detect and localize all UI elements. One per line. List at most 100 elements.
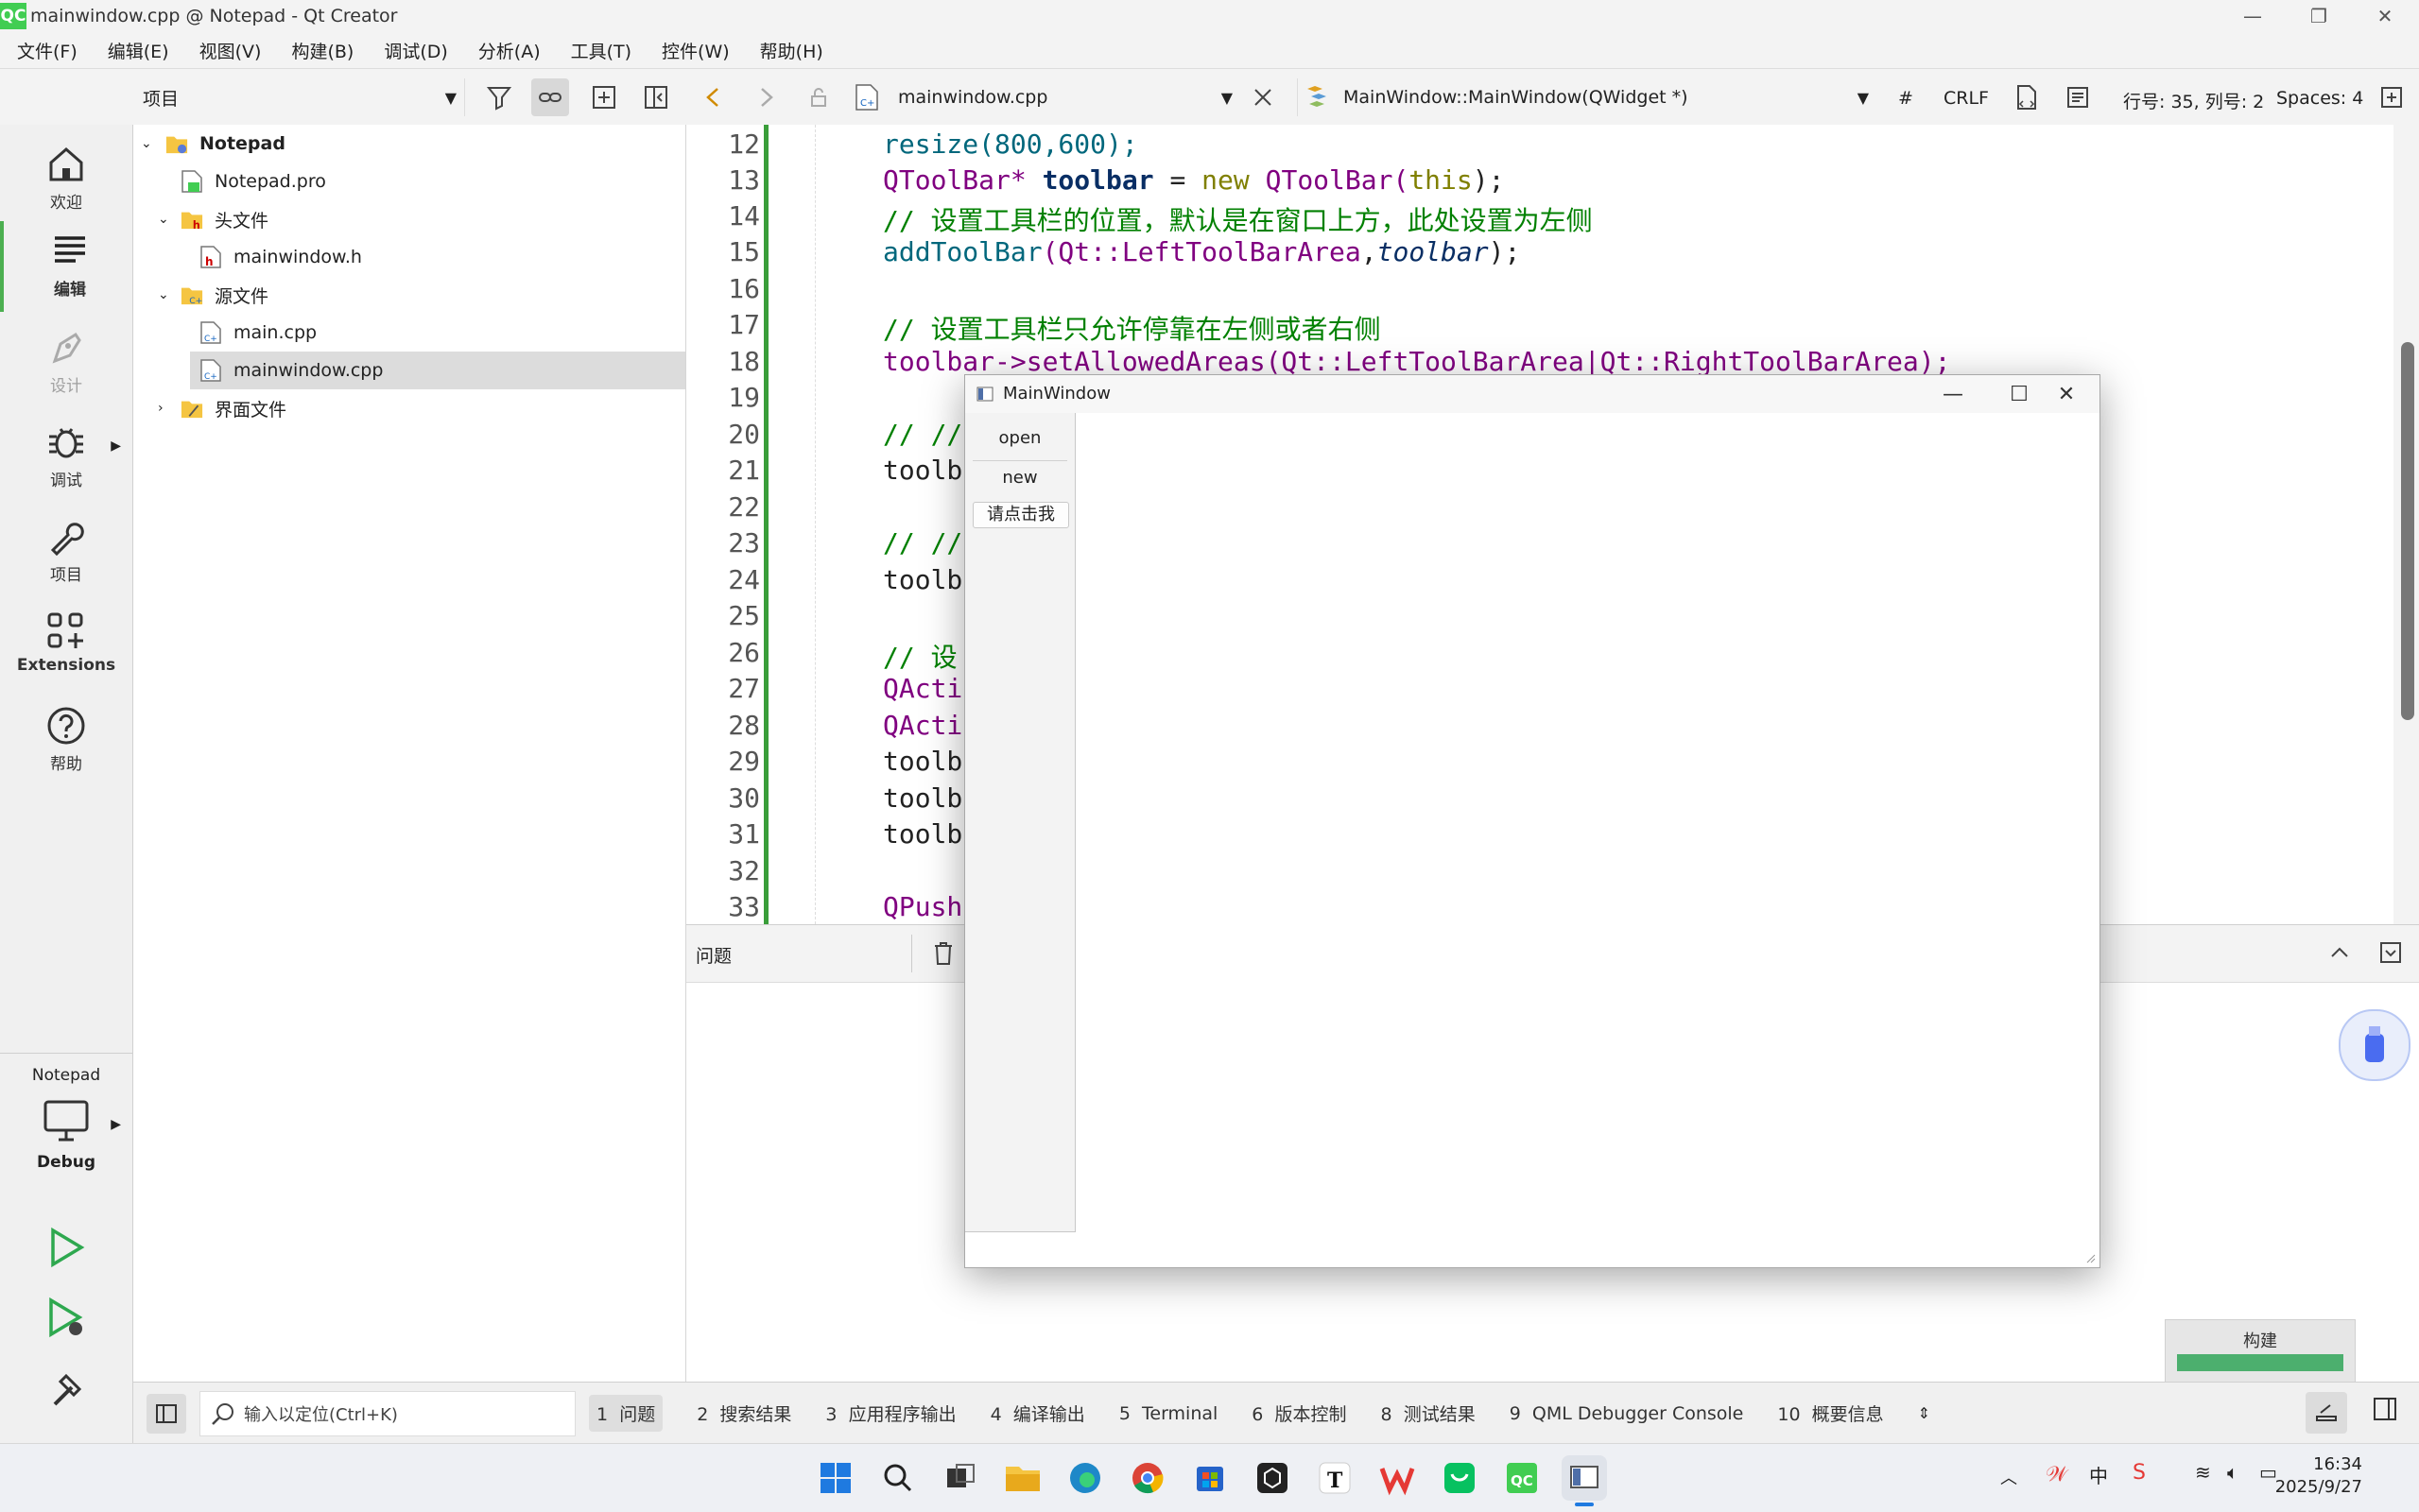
scrollbar-thumb[interactable] — [2401, 342, 2414, 720]
resize-grip-icon[interactable] — [2084, 1252, 2096, 1263]
hash-label[interactable]: # — [1898, 88, 1913, 109]
output-tab-compile[interactable]: 4 编译输出 — [991, 1400, 1085, 1426]
search-icon[interactable] — [875, 1455, 921, 1501]
debug-run-button[interactable] — [45, 1297, 91, 1342]
output-tab-tests[interactable]: 8 测试结果 — [1381, 1400, 1476, 1426]
wifi-icon[interactable]: ≋ — [2195, 1461, 2211, 1484]
edge-browser-icon[interactable] — [1063, 1455, 1108, 1501]
output-tab-terminal[interactable]: 5 Terminal — [1119, 1403, 1218, 1424]
toolbar-action-open[interactable]: open — [973, 422, 1067, 455]
editor-scrollbar[interactable] — [2393, 125, 2419, 924]
app-minimize-button[interactable]: — — [1920, 375, 1986, 413]
output-tab-summary[interactable]: 10 概要信息 — [1777, 1400, 1883, 1426]
sync-tray-icon[interactable]: S — [2133, 1461, 2146, 1485]
output-tab-search[interactable]: 2 搜索结果 — [697, 1400, 791, 1426]
tree-item-label: 界面文件 — [215, 399, 287, 421]
wps-tray-icon[interactable]: 𝒲 — [2046, 1463, 2067, 1486]
menu-help[interactable]: 帮助(H) — [760, 38, 823, 63]
indentation-selector[interactable]: Spaces: 4 — [2276, 88, 2363, 109]
click-me-button[interactable]: 请点击我 — [973, 502, 1069, 528]
menu-build[interactable]: 构建(B) — [291, 38, 354, 63]
line-number: 18 — [728, 346, 760, 377]
mode-help[interactable]: 帮助 — [0, 705, 132, 796]
wps-office-icon[interactable] — [1374, 1455, 1420, 1501]
system-clock[interactable]: 16:34 2025/9/27 — [2275, 1453, 2362, 1499]
menu-view[interactable]: 视图(V) — [199, 38, 262, 63]
close-document-icon[interactable] — [1244, 78, 1282, 116]
tree-item-forms[interactable]: › 界面文件 — [133, 389, 685, 427]
mode-edit[interactable]: 编辑 — [0, 221, 136, 312]
toggle-sidebar-icon[interactable] — [147, 1393, 186, 1434]
run-button[interactable] — [45, 1227, 87, 1268]
line-number: 17 — [728, 309, 760, 340]
maximize-pane-icon[interactable] — [2378, 940, 2403, 965]
chevron-up-icon[interactable] — [2327, 940, 2352, 965]
output-tab-qml-console[interactable]: 9 QML Debugger Console — [1510, 1403, 1744, 1424]
mode-extensions[interactable]: Extensions — [0, 610, 132, 701]
volume-icon[interactable]: 🔈︎ — [2227, 1461, 2238, 1484]
output-tab-app-output[interactable]: 3 应用程序输出 — [825, 1400, 956, 1426]
menu-debug[interactable]: 调试(D) — [384, 38, 447, 63]
document-lines-icon[interactable] — [2059, 78, 2097, 116]
running-app-window[interactable]: MainWindow — ☐ ✕ open new 请点击我 — [964, 374, 2100, 1268]
ime-tray-icon[interactable]: 中 — [2089, 1461, 2108, 1488]
trash-icon[interactable] — [932, 940, 955, 967]
task-view-icon[interactable] — [938, 1455, 983, 1501]
minimize-button[interactable]: — — [2220, 0, 2286, 32]
chevron-up-icon[interactable]: ︿ — [2000, 1465, 2017, 1489]
unity-app-icon[interactable] — [1250, 1455, 1295, 1501]
close-sidebar-icon[interactable] — [637, 78, 675, 116]
kit-selector[interactable]: ▶ Debug — [0, 1098, 132, 1193]
project-selector[interactable]: 项目 ▼ — [133, 78, 465, 116]
qt-creator-taskbar-icon[interactable]: QC — [1499, 1455, 1545, 1501]
tree-item-headers[interactable]: ⌄ h 头文件 — [133, 200, 685, 238]
menu-controls[interactable]: 控件(W) — [662, 38, 730, 63]
file-encoding-icon[interactable] — [2008, 78, 2046, 116]
tree-item-mainwindow-h[interactable]: h mainwindow.h — [133, 238, 685, 276]
tree-item-notepad[interactable]: ⌄ Notepad — [133, 125, 685, 163]
app-close-button[interactable]: ✕ — [2033, 375, 2099, 413]
right-sidebar-icon[interactable] — [2372, 1396, 2398, 1422]
file-explorer-icon[interactable] — [1000, 1455, 1045, 1501]
line-ending-selector[interactable]: CRLF — [1944, 88, 1989, 109]
monitor-icon — [43, 1100, 89, 1142]
progress-details-icon[interactable] — [2306, 1392, 2347, 1434]
tree-item-notepad-pro[interactable]: Notepad.pro — [133, 163, 685, 200]
cursor-position[interactable]: 行号: 35, 列号: 2 — [2123, 88, 2264, 113]
chrome-browser-icon[interactable] — [1125, 1455, 1170, 1501]
windows-start-icon[interactable] — [813, 1455, 858, 1501]
back-arrow-icon[interactable] — [695, 78, 733, 116]
mode-debug[interactable]: 调试 ▶ — [0, 421, 132, 512]
output-tab-vcs[interactable]: 6 版本控制 — [1252, 1400, 1346, 1426]
typora-icon[interactable]: T — [1312, 1455, 1357, 1501]
usb-device-icon[interactable] — [2339, 1009, 2410, 1081]
menu-analyze[interactable]: 分析(A) — [478, 38, 541, 63]
restore-button[interactable]: ❐ — [2286, 0, 2352, 32]
kit-project-name: Notepad — [31, 1066, 101, 1085]
mode-design[interactable]: 设计 — [0, 327, 132, 418]
build-button[interactable] — [45, 1368, 91, 1414]
split-editor-icon[interactable] — [2373, 78, 2410, 116]
forward-arrow-icon[interactable] — [747, 78, 785, 116]
output-tab-issues[interactable]: 1 问题 — [589, 1395, 664, 1432]
file-selector[interactable]: C+ mainwindow.cpp ▼ — [855, 78, 1233, 116]
wechat-shop-icon[interactable] — [1437, 1455, 1482, 1501]
mode-projects[interactable]: 项目 — [0, 516, 132, 607]
store-icon[interactable] — [1187, 1455, 1233, 1501]
menu-edit[interactable]: 编辑(E) — [108, 38, 169, 63]
running-app-taskbar-icon[interactable] — [1562, 1455, 1607, 1506]
tree-item-sources[interactable]: ⌄ C+ 源文件 — [133, 276, 685, 314]
close-button[interactable]: ✕ — [2352, 0, 2418, 32]
tree-item-main-cpp[interactable]: C+ main.cpp — [133, 314, 685, 352]
forms-folder-icon — [181, 401, 203, 419]
symbol-selector[interactable]: MainWindow::MainWindow(QWidget *) ▼ — [1297, 78, 1876, 116]
toolbar-action-new[interactable]: new — [973, 462, 1067, 494]
tree-item-mainwindow-cpp[interactable]: C+ mainwindow.cpp — [190, 352, 685, 389]
filter-icon[interactable] — [480, 78, 518, 116]
add-split-icon[interactable] — [585, 78, 623, 116]
link-icon[interactable] — [531, 78, 569, 116]
menu-tools[interactable]: 工具(T) — [571, 38, 631, 63]
updown-arrows-icon[interactable]: ⇕ — [1918, 1404, 1930, 1422]
menu-file[interactable]: 文件(F) — [17, 38, 78, 63]
locator-input[interactable]: 输入以定位(Ctrl+K) — [199, 1390, 576, 1436]
